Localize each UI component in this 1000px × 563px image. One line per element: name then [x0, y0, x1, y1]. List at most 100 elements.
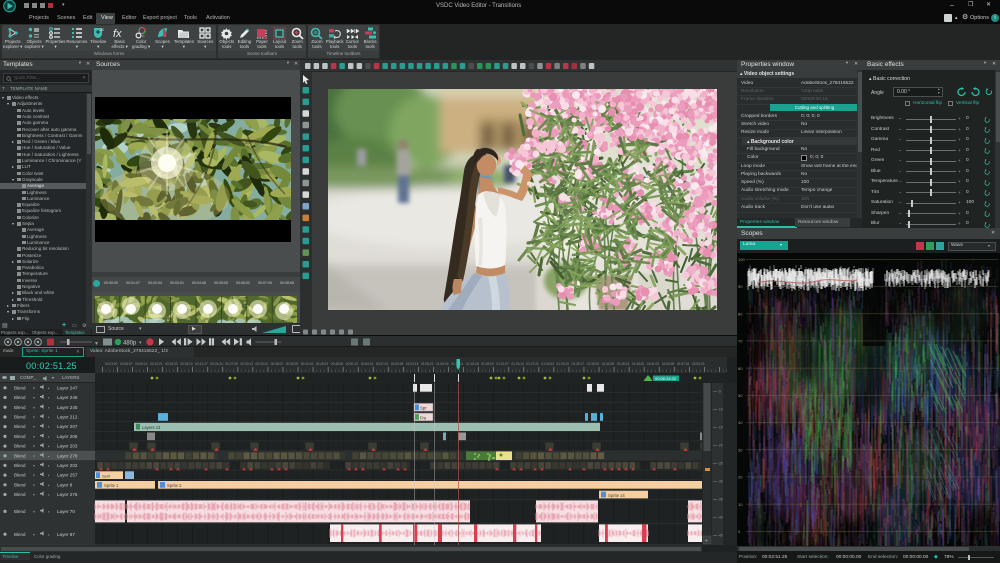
- svg-text:01:30:03: 01:30:03: [542, 362, 555, 366]
- svg-text:-40: -40: [718, 516, 723, 520]
- svg-text:▾: ▾: [33, 532, 35, 537]
- svg-text:▾: ▾: [33, 395, 35, 400]
- svg-text:Layer 203: Layer 203: [57, 444, 78, 449]
- svg-text:-10: -10: [718, 408, 723, 412]
- svg-text:Blend: Blend: [14, 415, 26, 420]
- svg-text:Layer 70: Layer 70: [57, 509, 75, 514]
- svg-text:Layer 278: Layer 278: [57, 453, 78, 458]
- svg-text:00:51:12: 00:51:12: [346, 362, 359, 366]
- svg-text:00:57:01: 00:57:01: [376, 362, 389, 366]
- svg-text:▾: ▾: [33, 509, 35, 514]
- svg-text:480p: 480p: [123, 341, 137, 347]
- svg-text:00:03:00: 00:03:00: [105, 362, 118, 366]
- svg-text:Layer 8: Layer 8: [57, 482, 73, 487]
- svg-text:01:24:14: 01:24:14: [511, 362, 524, 366]
- svg-text:30: 30: [738, 447, 743, 452]
- svg-text:01:06:22: 01:06:22: [421, 362, 434, 366]
- svg-text:Blend: Blend: [14, 509, 26, 514]
- svg-text:▾: ▾: [33, 405, 35, 410]
- svg-text:Layer 257: Layer 257: [57, 473, 78, 478]
- svg-text:fx: fx: [113, 28, 122, 39]
- svg-text:01:15:18: 01:15:18: [466, 362, 479, 366]
- svg-text:01:57:16: 01:57:16: [677, 362, 690, 366]
- svg-text:01:21:07: 01:21:07: [496, 362, 509, 366]
- svg-text:Blend: Blend: [14, 395, 26, 400]
- svg-text:Blend: Blend: [14, 482, 26, 487]
- svg-text:00:09:14: 00:09:14: [135, 362, 148, 366]
- svg-text:80: 80: [738, 311, 743, 316]
- svg-text:Layer 247: Layer 247: [57, 385, 78, 390]
- svg-text:Blend: Blend: [14, 444, 26, 449]
- svg-text:01:18:00: 01:18:00: [481, 362, 494, 366]
- svg-text:02:00:23: 02:00:23: [692, 362, 705, 366]
- svg-text:Layer 245: Layer 245: [57, 405, 78, 410]
- svg-text:01:54:09: 01:54:09: [662, 362, 675, 366]
- svg-text:01:03:15: 01:03:15: [406, 362, 419, 366]
- svg-text:Blend: Blend: [14, 434, 26, 439]
- svg-text:01:42:06: 01:42:06: [602, 362, 615, 366]
- svg-text:01:00:08: 01:00:08: [391, 362, 404, 366]
- svg-text:Sprite 2: Sprite 2: [167, 483, 182, 488]
- svg-text:00:48:05: 00:48:05: [331, 362, 344, 366]
- svg-text:▾: ▾: [33, 473, 35, 478]
- svg-text:Blend: Blend: [14, 492, 26, 497]
- svg-text:Layers 13: Layers 13: [142, 425, 161, 430]
- svg-text:-45: -45: [718, 534, 723, 538]
- svg-text:-30: -30: [718, 480, 723, 484]
- svg-text:Blend: Blend: [14, 453, 26, 458]
- svg-text:00:33:20: 00:33:20: [256, 362, 269, 366]
- svg-text:50: 50: [738, 393, 743, 398]
- svg-text:Blend: Blend: [14, 532, 26, 537]
- svg-text:-25: -25: [718, 462, 723, 466]
- svg-text:01:45:13: 01:45:13: [617, 362, 630, 366]
- svg-text:00:12:21: 00:12:21: [150, 362, 163, 366]
- svg-text:▾: ▾: [33, 444, 35, 449]
- svg-text:+: +: [705, 539, 709, 545]
- svg-text:01:09:04: 01:09:04: [436, 362, 449, 366]
- svg-text:Sprite 1: Sprite 1: [104, 483, 119, 488]
- svg-text:00:39:09: 00:39:09: [286, 362, 299, 366]
- svg-text:Blend: Blend: [14, 385, 26, 390]
- svg-text:▾: ▾: [33, 434, 35, 439]
- svg-text:Spr: Spr: [420, 406, 427, 411]
- svg-text:01:39:24: 01:39:24: [587, 362, 600, 366]
- svg-text:Layer 246: Layer 246: [57, 395, 78, 400]
- svg-text:00:36:02: 00:36:02: [271, 362, 284, 366]
- svg-text:Blend: Blend: [14, 463, 26, 468]
- svg-text:Layer 207: Layer 207: [57, 424, 78, 429]
- svg-text:00:42:16: 00:42:16: [301, 362, 314, 366]
- svg-text:-20: -20: [718, 444, 723, 448]
- svg-text:-5: -5: [718, 390, 721, 394]
- svg-text:40: 40: [738, 420, 743, 425]
- svg-text:00:18:10: 00:18:10: [180, 362, 193, 366]
- svg-text:10: 10: [100, 27, 104, 32]
- svg-text:00:21:17: 00:21:17: [195, 362, 208, 366]
- svg-text:00:15:03: 00:15:03: [165, 362, 178, 366]
- svg-text:00:54:19: 00:54:19: [361, 362, 374, 366]
- svg-text:Blend: Blend: [14, 405, 26, 410]
- svg-text:00:24:24: 00:24:24: [210, 362, 223, 366]
- svg-text:Layer 212: Layer 212: [57, 415, 78, 420]
- svg-text:01:51:02: 01:51:02: [647, 362, 660, 366]
- svg-text:Blend: Blend: [14, 424, 26, 429]
- svg-text:01:27:21: 01:27:21: [526, 362, 539, 366]
- svg-text:01:48:20: 01:48:20: [632, 362, 645, 366]
- svg-text:Layer 87: Layer 87: [57, 532, 75, 537]
- svg-text:00:30:13: 00:30:13: [241, 362, 254, 366]
- svg-text:▾: ▾: [33, 453, 35, 458]
- svg-text:▾: ▾: [33, 482, 35, 487]
- svg-text:00:06:34.02: 00:06:34.02: [655, 376, 677, 381]
- svg-text:Sprit: Sprit: [102, 474, 111, 479]
- svg-text:▾: ▾: [33, 424, 35, 429]
- svg-text:01:33:10: 01:33:10: [557, 362, 570, 366]
- svg-text:▾: ▾: [33, 463, 35, 468]
- svg-text:▾: ▾: [139, 340, 142, 346]
- svg-text:▾: ▾: [33, 492, 35, 497]
- svg-text:-15: -15: [718, 426, 723, 430]
- svg-text:Blend: Blend: [14, 473, 26, 478]
- svg-text:01:36:17: 01:36:17: [572, 362, 585, 366]
- svg-text:▾: ▾: [33, 415, 35, 420]
- svg-text:00:27:06: 00:27:06: [225, 362, 238, 366]
- svg-text:Sprite 14: Sprite 14: [608, 493, 625, 498]
- svg-text:Layer 202: Layer 202: [57, 463, 78, 468]
